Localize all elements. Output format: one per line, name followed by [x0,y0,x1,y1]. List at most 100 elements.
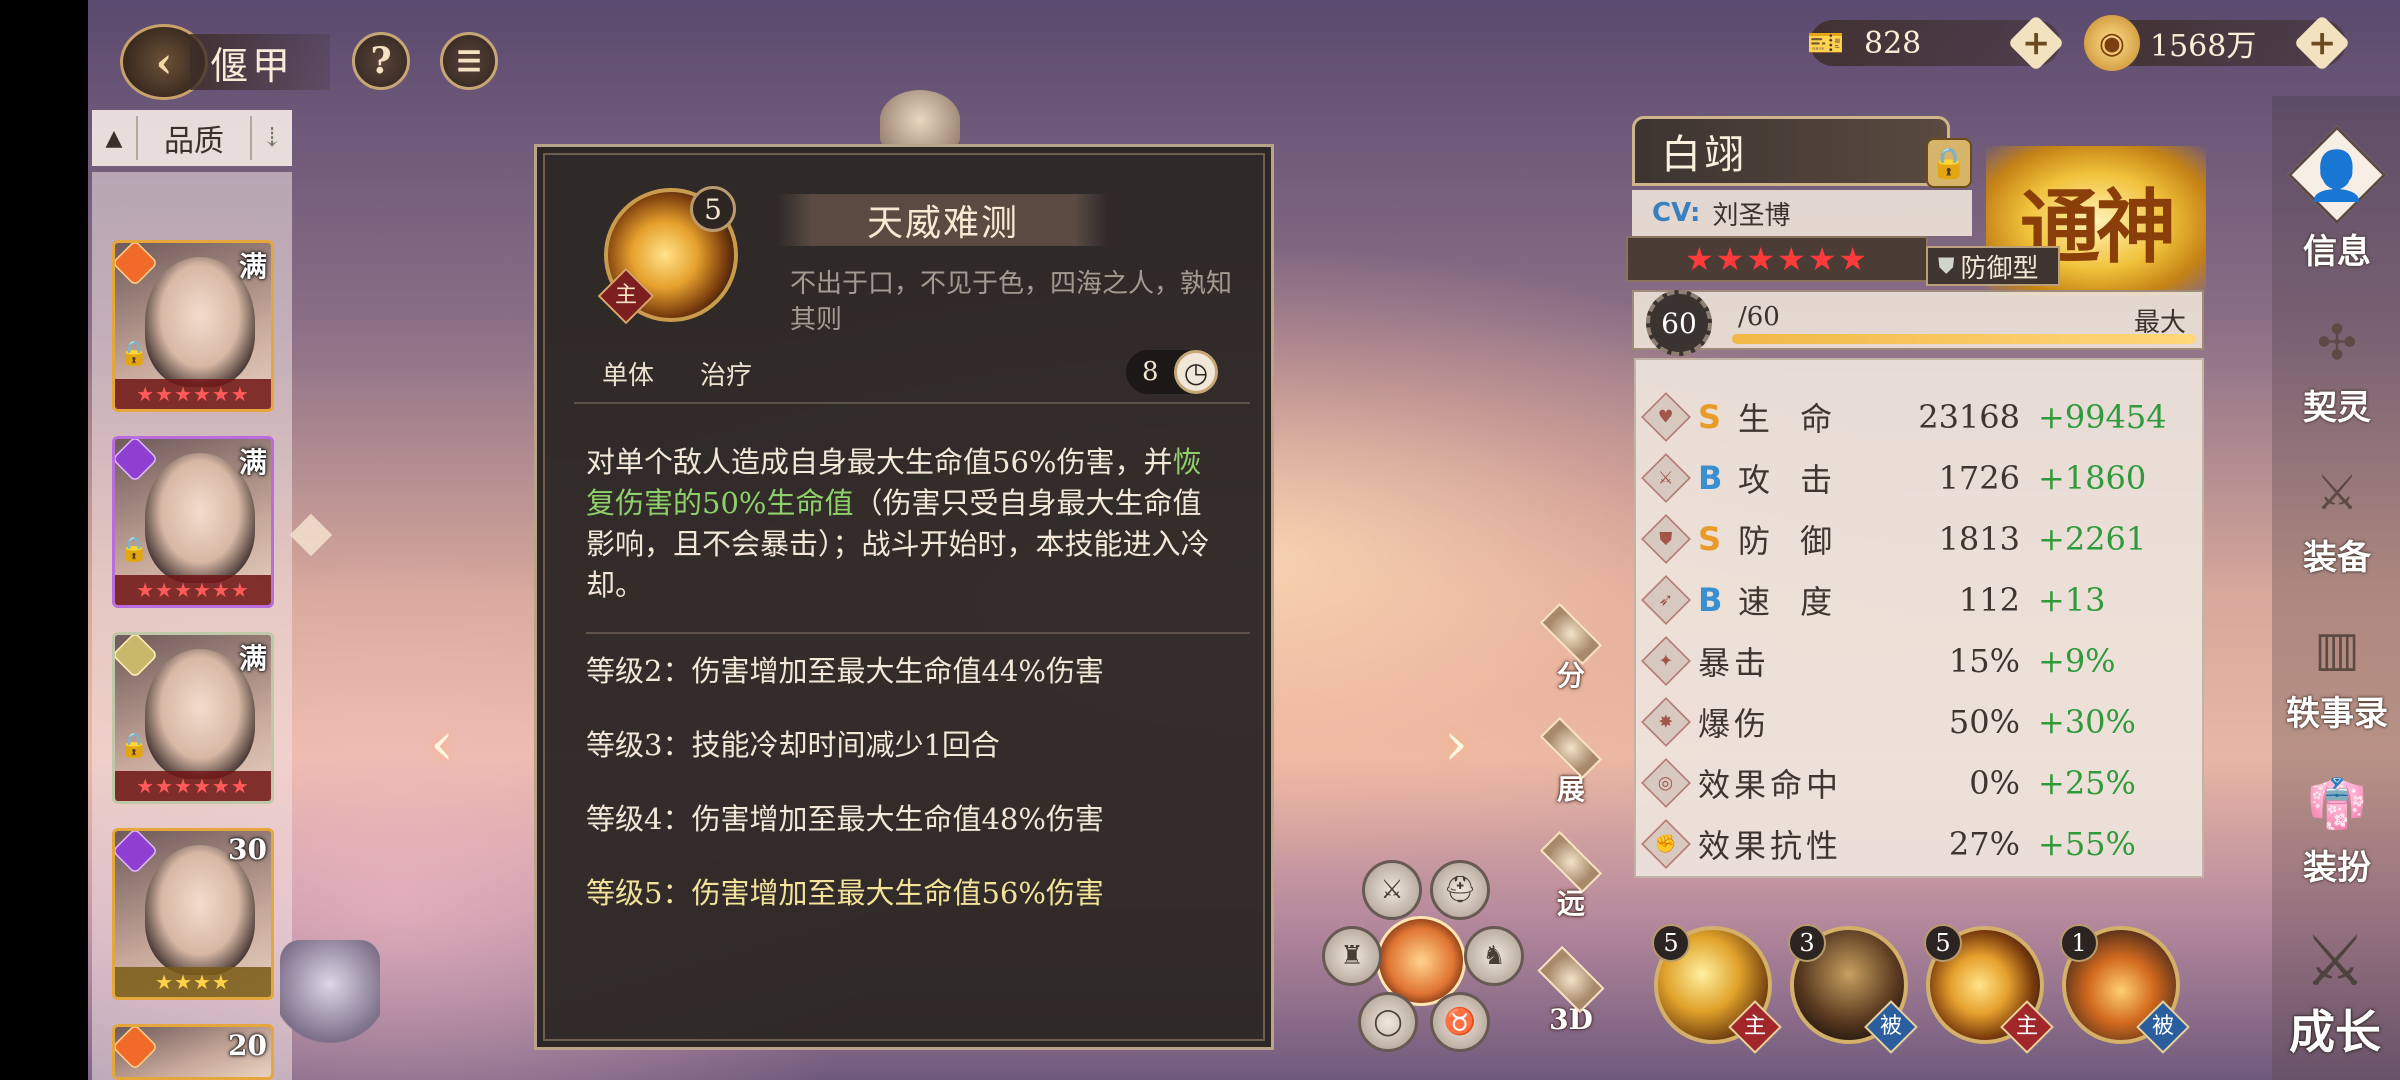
rarity-gem-icon [115,831,159,875]
lock-icon[interactable]: 🔒 [1926,138,1972,188]
hero-level: 满 [238,642,267,675]
stat-bonus-value: +13 [2038,581,2106,619]
grow-button[interactable]: ⚔ 成长 [2270,912,2400,1062]
menu-equipment[interactable]: ⚔ 装备 [2282,456,2392,596]
stat-row: ⚔ B 攻 击 1726 +1860 [1641,453,2204,503]
stat-base-value: 15% [1948,642,2020,680]
stat-base-value: 1726 [1938,459,2020,497]
stat-name: 效果命中 [1698,766,1843,804]
stat-bonus-value: +55% [2038,825,2136,863]
chat-button[interactable]: ☰ [440,32,498,90]
armor-slot-icon[interactable]: ♜ [1322,926,1382,986]
rarity-gem-icon [115,1027,159,1071]
level-progress-bar [1732,334,2196,344]
boots-slot-icon[interactable]: ♞ [1464,926,1524,986]
skill-slot[interactable]: 3 被 [1788,924,1918,1054]
stat-row: ✦ 暴击 15% +9% [1641,636,2204,686]
split-button[interactable]: 分 [1534,602,1608,694]
stat-base-value: 23168 [1918,398,2020,436]
defense-icon: ⛊ [1641,514,1691,564]
lock-icon: 🔒 [119,339,149,367]
stat-bonus-value: +9% [2038,642,2116,680]
skill-level-line: 等级3：技能冷却时间减少1回合 [586,728,1000,762]
rarity-gem-icon [115,439,159,483]
skill-slot[interactable]: 5 主 [1924,924,2054,1054]
outfit-icon: 👘 [2307,775,2367,832]
sort-icon[interactable]: ⇣ [252,123,292,153]
clock-icon: ◷ [1174,350,1218,394]
level-max: /60 [1738,302,1780,332]
stat-name: 暴击 [1698,644,1771,682]
chibi-mascot[interactable] [280,940,380,1050]
sort-label[interactable]: 品质 [136,116,252,160]
stat-grade: S [1698,398,1722,436]
equipment-icon: ⚔ [2315,465,2359,521]
coin-icon: ◉ [2084,15,2140,71]
next-hero-arrow-icon[interactable]: › [1426,714,1486,774]
currency-value: 1568万 [2150,29,2257,64]
hero-card[interactable]: 30 ★★★★ [112,828,274,1000]
menu-spirit[interactable]: ✣ 契灵 [2282,306,2392,446]
help-button[interactable]: ? [352,32,410,90]
stat-name: 攻 击 [1738,461,1843,499]
amulet-slot-icon[interactable]: ♉ [1430,992,1490,1052]
hero-card[interactable]: 满 🔒 ★★★★★★ [112,436,274,608]
stat-row: ✸ 爆伤 50% +30% [1641,697,2204,747]
divider [574,402,1250,404]
resist-icon: ✊ [1641,819,1691,869]
hero-stars: ★★★★★★ [1626,236,1928,282]
menu-outfit[interactable]: 👘 装扮 [2282,766,2392,906]
skill-slot[interactable]: 1 被 [2060,924,2190,1054]
cv-name: 刘圣博 [1712,200,1791,231]
menu-info[interactable]: 👤 信息 [2282,125,2392,280]
menu-anecdotes[interactable]: ▥ 轶事录 [2282,612,2392,752]
hero-stars: ★★★★ [115,967,271,997]
skill-slot-level: 3 [1788,924,1826,962]
stat-base-value: 0% [1969,764,2020,802]
currency-coin: ◉ 1568万 + [2084,14,2351,72]
ring-slot-icon[interactable]: ◯ [1358,992,1418,1052]
lock-icon: 🔒 [119,535,149,563]
hero-card[interactable]: 满 🔒 ★★★★★★ [112,632,274,804]
prev-hero-arrow-icon[interactable]: ‹ [412,714,472,774]
stat-grade: B [1698,581,1723,619]
person-icon: 👤 [2287,125,2387,225]
hero-level: 满 [238,250,267,283]
ticket-icon: 🎫 [1807,25,1845,61]
sword-slot-icon[interactable]: ⚔ [1362,860,1422,920]
stat-name: 生 命 [1738,400,1843,438]
skill-tag: 治疗 [700,361,753,391]
expand-button[interactable]: 展 [1534,716,1608,808]
shield-icon: ⛊ [1938,253,1955,279]
helmet-slot-icon[interactable]: ⛑ [1430,860,1490,920]
stat-bonus-value: +1860 [2038,459,2147,497]
spirit-icon: ✣ [2316,315,2358,371]
3d-view-button[interactable]: 3D [1534,945,1608,1036]
skill-slot-level: 1 [2060,924,2098,962]
cv-label: CV: [1652,198,1701,228]
panel-ornament [880,90,960,150]
stat-row: ◎ 效果命中 0% +25% [1641,758,2204,808]
level-progress-fill [1732,334,2196,344]
hero-card[interactable]: 满 🔒 ★★★★★★ [112,240,274,412]
stat-base-value: 27% [1948,825,2020,863]
skill-slot[interactable]: 5 主 [1652,924,1782,1054]
lock-icon: 🔒 [119,731,149,759]
hero-card[interactable]: 20 [112,1024,274,1080]
skill-level-line: 等级5：伤害增加至最大生命值56%伤害 [586,876,1104,910]
skill-cooldown: 8 ◷ [1126,350,1218,394]
stat-bonus-value: +99454 [2038,398,2167,436]
hero-name: 白翊 [1632,116,1950,186]
far-view-button[interactable]: 远 [1534,830,1608,922]
stat-base-value: 112 [1958,581,2020,619]
divider [586,632,1250,634]
stat-grade: B [1698,459,1723,497]
hero-level: 20 [228,1029,267,1062]
stat-bonus-value: +2261 [2038,520,2147,558]
sort-bar[interactable]: ▲ 品质 ⇣ [92,110,292,166]
skill-level-badge: 5 [690,186,736,232]
stat-name: 防 御 [1738,522,1843,560]
sort-direction-icon[interactable]: ▲ [92,126,136,151]
back-arrow-icon: ‹ [155,37,173,87]
stat-row: ⛊ S 防 御 1813 +2261 [1641,514,2204,564]
